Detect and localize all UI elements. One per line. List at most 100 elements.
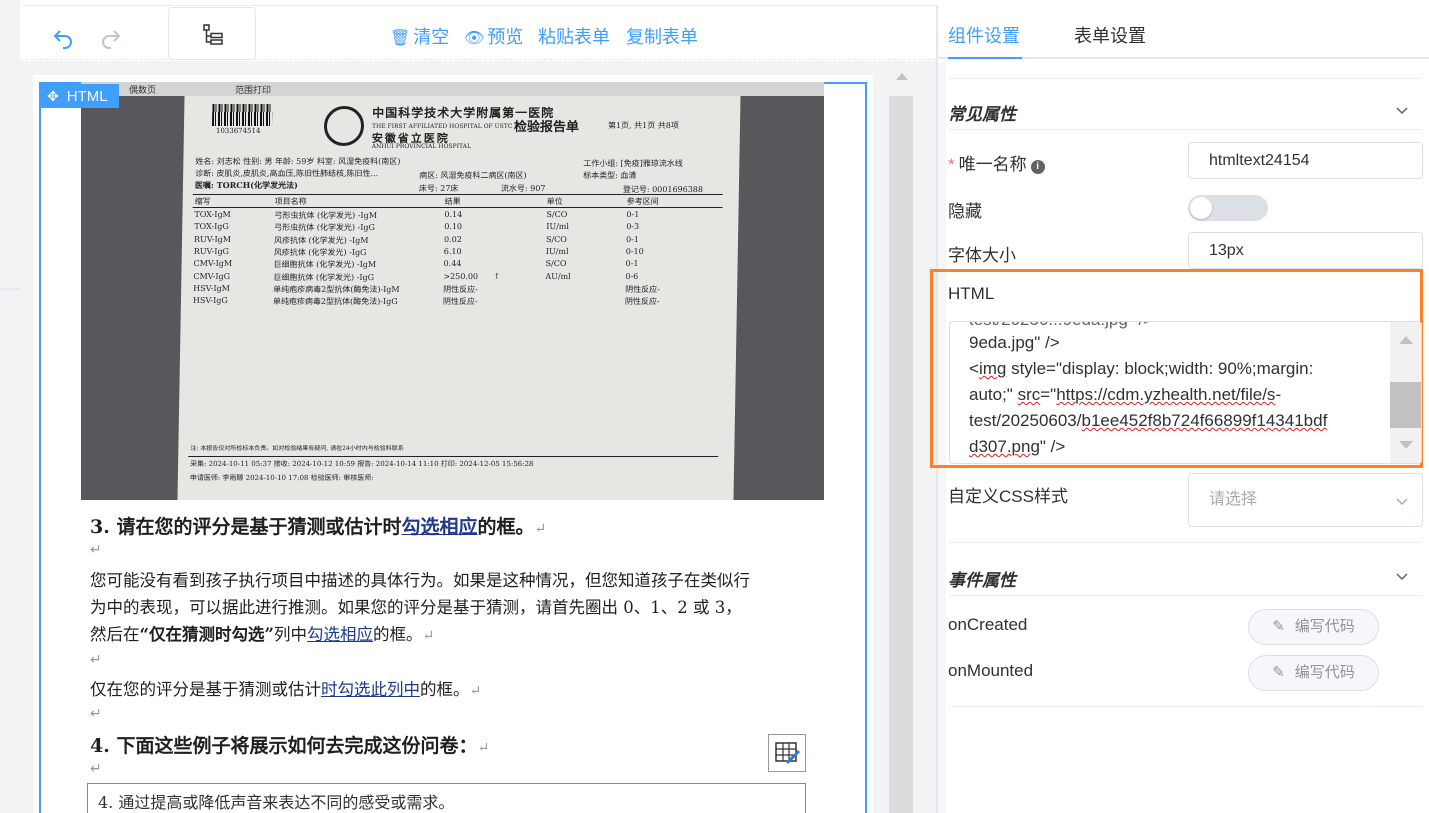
html-code-textarea[interactable]: test/20250...9eda.jpg" /> 9eda.jpg" /> <…: [949, 321, 1422, 464]
custom-css-label: 自定义CSS样式: [948, 487, 1068, 506]
move-icon[interactable]: ✥: [47, 88, 59, 104]
report-row: CMV-IgG 巨细胞抗体 (化学发光) -IgG >250.00 ↑ AU/ml 0-6: [193, 272, 713, 283]
report-cell: S/CO: [545, 234, 567, 244]
report-cell: 0-1: [626, 210, 640, 219]
divider: [948, 542, 1422, 543]
return-mark: ↵: [90, 705, 102, 721]
redo-icon[interactable]: [99, 26, 123, 55]
on-mounted-code-button[interactable]: ✎ 编写代码: [1248, 655, 1379, 691]
report-cell: HSV-IgG: [192, 296, 228, 306]
font-size-input[interactable]: 13px: [1188, 232, 1423, 269]
report-row: TOX-IgM 弓形虫抗体 (化学发光) -IgM 0.14 S/CO 0-1: [194, 210, 714, 221]
font-size-label: 字体大小: [948, 246, 1016, 265]
col-header: 项目名称: [274, 197, 307, 206]
section-common-title[interactable]: 常见属性: [948, 100, 1016, 125]
report-cell: 单纯疱疹病毒2型抗体(酶免法)-IgM: [273, 284, 400, 294]
spell-error: img: [978, 359, 1007, 378]
report-cell: 风疹抗体 (化学发光) -IgG: [273, 247, 367, 257]
return-mark: ↵: [477, 740, 490, 756]
custom-css-select[interactable]: 请选择: [1188, 473, 1423, 527]
print-item: 偶数页: [129, 85, 157, 95]
scroll-thumb[interactable]: [1390, 382, 1421, 428]
doc-heading-3: 3. 请在您的评分是基于猜测或估计时勾选相应的框。↵: [90, 512, 546, 539]
unique-name-input[interactable]: htmltext24154: [1188, 142, 1423, 179]
tab-component-settings[interactable]: 组件设置: [948, 22, 1020, 48]
chevron-down-icon[interactable]: [1396, 570, 1408, 582]
code-line: test/20250603/b1ee452f8b724f66899f14341b…: [969, 411, 1328, 430]
return-mark: ↵: [90, 541, 102, 557]
textarea-scrollbar[interactable]: [1390, 322, 1421, 463]
node-tree-button[interactable]: [168, 7, 256, 60]
report-cell: IU/ml: [545, 246, 569, 256]
report-cell: 0-3: [626, 222, 640, 232]
report-row: TOX-IgG 弓形虫抗体 (化学发光) -IgG 0.10 IU/ml 0-3: [194, 222, 714, 233]
info-icon[interactable]: i: [1030, 160, 1045, 174]
doc-link-text: 时勾选此列中: [321, 680, 420, 699]
scroll-up-icon[interactable]: [1399, 336, 1413, 344]
doc-text: 的框。: [372, 625, 423, 644]
trash-icon: 🗑: [390, 30, 411, 47]
widget-type-tag[interactable]: ✥ HTML: [39, 84, 119, 108]
table-edit-icon[interactable]: [768, 734, 806, 772]
preview-button[interactable]: 👁 预览: [464, 23, 523, 49]
on-created-code-button[interactable]: ✎ 编写代码: [1248, 609, 1379, 645]
diagnosis-line: 诊断: 皮肌炎,皮肌炎,高血压,陈旧性肺结核,陈旧性...: [195, 169, 379, 178]
col-header: 结果: [444, 197, 461, 206]
code-button-label: 编写代码: [1294, 664, 1355, 681]
report-cell: HSV-IgM: [193, 283, 230, 293]
edit-pen-icon: ✎: [1272, 664, 1285, 681]
return-mark: ↵: [469, 683, 482, 699]
table-rule: [188, 456, 719, 457]
clear-button[interactable]: 🗑 清空: [390, 23, 449, 49]
lab-report-photo: 首页 偶数页 范围打印 1033674514 中国科学技术大学附属第一医院 TH…: [81, 82, 824, 500]
col-header: 单位: [546, 197, 563, 206]
doc-paragraph-line: 为中的表现，可以据此进行推测。如果您的评分是基于猜测，请首先圈出 0、1、2 或…: [90, 598, 742, 617]
report-cell: 0-10: [625, 246, 644, 256]
on-mounted-label: onMounted: [948, 661, 1034, 680]
left-gutter: [0, 0, 20, 813]
scroll-up-icon[interactable]: [896, 73, 908, 80]
code-line: d307.png" />: [969, 437, 1066, 456]
report-cell: 0.44: [443, 259, 462, 269]
node-tree-icon: [203, 24, 223, 45]
print-toolbar: 首页 偶数页 范围打印: [81, 82, 824, 96]
scroll-down-icon[interactable]: [1399, 441, 1413, 449]
scroll-thumb[interactable]: [889, 96, 913, 813]
report-cell: ↑: [493, 271, 501, 281]
report-footer-doctors: 申请医师: 李雨醇 2024-10-10 17:08 检验医师: 审核医师:: [189, 474, 374, 482]
divider: [948, 129, 1422, 130]
settings-panel: 组件设置 表单设置 常见属性 * 唯一名称 i htmltext24154 隐藏 字…: [930, 5, 1429, 813]
chevron-down-icon[interactable]: [1396, 104, 1408, 116]
unique-name-label: * 唯一名称 i: [948, 150, 1045, 175]
report-cell: 0-1: [625, 259, 639, 269]
doc-bold-text: “仅在猜测时勾选”: [139, 625, 274, 644]
spell-error: d307.png: [969, 437, 1040, 456]
divider: [948, 595, 1422, 596]
report-note: 注: 本报告仅对所检标本负责。如对检验结果有疑问, 请在24小时内与检验科联系: [190, 445, 404, 452]
work-group: 工作小组: [免疫]雅琼流水线: [583, 159, 683, 168]
required-mark: *: [948, 155, 955, 174]
tab-form-settings[interactable]: 表单设置: [1074, 22, 1146, 48]
barcode-number: 1033674514: [215, 127, 261, 135]
report-cell: CMV-IgM: [193, 259, 233, 269]
doc-text: 然后在: [90, 625, 140, 644]
paste-form-button[interactable]: 粘贴表单: [538, 23, 610, 49]
report-cell: 阴性反应-: [624, 297, 660, 307]
doc-text: 的框。: [420, 680, 470, 699]
section-events-title[interactable]: 事件属性: [948, 566, 1016, 591]
clear-label: 清空: [413, 27, 450, 47]
report-cell: 0-6: [625, 271, 639, 281]
canvas-scrollbar[interactable]: [888, 68, 914, 813]
ward-line: 病区: 风湿免疫科二病区(南区): [419, 171, 527, 180]
code-button-label: 编写代码: [1294, 618, 1355, 635]
copy-form-button[interactable]: 复制表单: [626, 23, 698, 49]
report-row: HSV-IgG 单纯疱疹病毒2型抗体(酶免法)-IgG 阴性反应- 阴性反应-: [193, 296, 713, 307]
hidden-toggle[interactable]: [1188, 195, 1268, 221]
spell-error: https://cdm.yzhealth.net/file/s: [1056, 385, 1276, 404]
toggle-knob: [1190, 197, 1212, 219]
report-cell: >250.00: [443, 271, 479, 281]
doc-heading-4: 4. 下面这些例子将展示如何去完成这份问卷：↵: [90, 731, 489, 758]
undo-icon[interactable]: [51, 26, 75, 55]
report-cell: S/CO: [546, 210, 568, 219]
report-cell: 单纯疱疹病毒2型抗体(酶免法)-IgG: [272, 297, 398, 307]
